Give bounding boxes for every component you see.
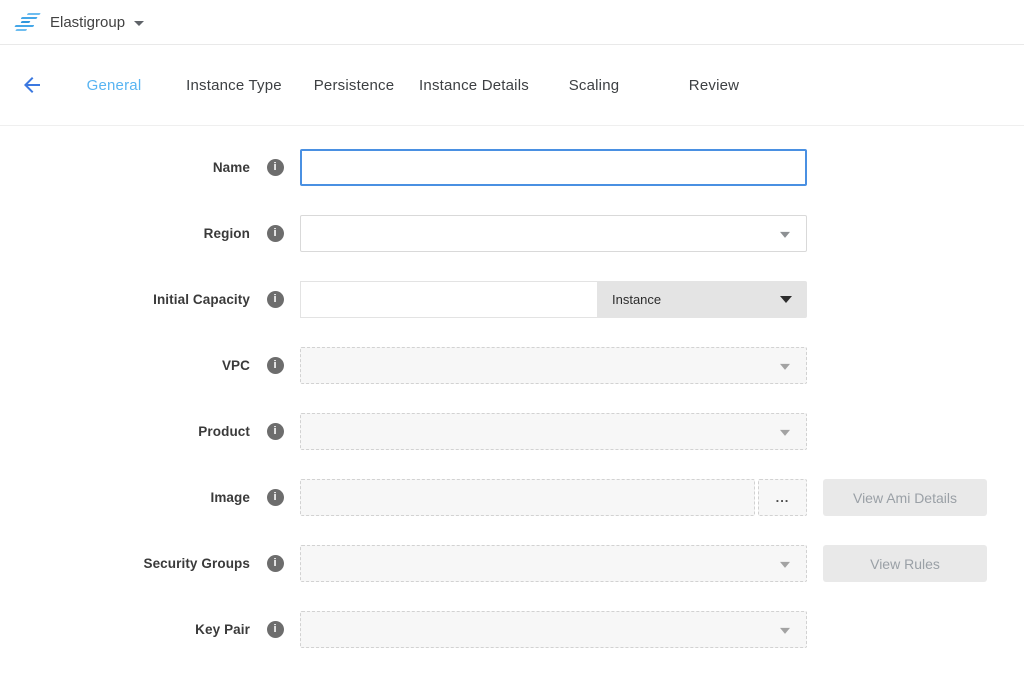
general-form: Name i Region i Initial Capacity i Insta…: [0, 126, 1024, 648]
region-label: Region: [0, 226, 250, 241]
capacity-unit-value: Instance: [612, 292, 661, 307]
vpc-label: VPC: [0, 358, 250, 373]
chevron-down-icon: [780, 429, 790, 435]
security-groups-label: Security Groups: [0, 556, 250, 571]
form-row-initial-capacity: Initial Capacity i Instance: [0, 281, 1024, 318]
capacity-unit-select[interactable]: Instance: [597, 281, 807, 318]
name-input[interactable]: [300, 149, 807, 186]
key-pair-label: Key Pair: [0, 622, 250, 637]
tab-instance-type[interactable]: Instance Type: [174, 77, 294, 94]
info-icon[interactable]: i: [267, 225, 284, 242]
info-icon[interactable]: i: [267, 423, 284, 440]
info-icon[interactable]: i: [267, 291, 284, 308]
chevron-down-icon: [780, 627, 790, 633]
info-icon[interactable]: i: [267, 159, 284, 176]
form-row-product: Product i: [0, 413, 1024, 450]
info-icon[interactable]: i: [267, 489, 284, 506]
view-ami-details-button[interactable]: View Ami Details: [823, 479, 987, 516]
wizard-tab-bar: General Instance Type Persistence Instan…: [0, 45, 1024, 126]
form-row-key-pair: Key Pair i: [0, 611, 1024, 648]
image-label: Image: [0, 490, 250, 505]
form-row-name: Name i: [0, 149, 1024, 186]
security-groups-select: [300, 545, 807, 582]
image-field: [300, 479, 755, 516]
app-header: Elastigroup: [0, 0, 1024, 45]
initial-capacity-input[interactable]: [300, 281, 597, 318]
name-label: Name: [0, 160, 250, 175]
chevron-down-icon: [780, 231, 790, 237]
tab-review[interactable]: Review: [654, 77, 774, 94]
tab-general[interactable]: General: [54, 77, 174, 94]
chevron-down-icon: [780, 561, 790, 567]
chevron-down-icon[interactable]: [134, 21, 144, 26]
wizard-tabs: General Instance Type Persistence Instan…: [54, 77, 774, 94]
chevron-down-icon: [780, 363, 790, 369]
key-pair-select: [300, 611, 807, 648]
image-browse-button[interactable]: ...: [758, 479, 807, 516]
product-label: Product: [0, 424, 250, 439]
vpc-select: [300, 347, 807, 384]
tab-instance-details[interactable]: Instance Details: [414, 77, 534, 94]
tab-scaling[interactable]: Scaling: [534, 77, 654, 94]
info-icon[interactable]: i: [267, 621, 284, 638]
elastigroup-logo-icon: [11, 12, 46, 32]
form-row-region: Region i: [0, 215, 1024, 252]
back-arrow-icon[interactable]: [20, 73, 44, 97]
app-title[interactable]: Elastigroup: [50, 14, 125, 31]
form-row-vpc: VPC i: [0, 347, 1024, 384]
initial-capacity-label: Initial Capacity: [0, 292, 250, 307]
form-row-image: Image i ... View Ami Details: [0, 479, 1024, 516]
view-rules-button[interactable]: View Rules: [823, 545, 987, 582]
region-select[interactable]: [300, 215, 807, 252]
info-icon[interactable]: i: [267, 357, 284, 374]
info-icon[interactable]: i: [267, 555, 284, 572]
product-select: [300, 413, 807, 450]
form-row-security-groups: Security Groups i View Rules: [0, 545, 1024, 582]
chevron-down-icon: [780, 296, 792, 303]
tab-persistence[interactable]: Persistence: [294, 77, 414, 94]
